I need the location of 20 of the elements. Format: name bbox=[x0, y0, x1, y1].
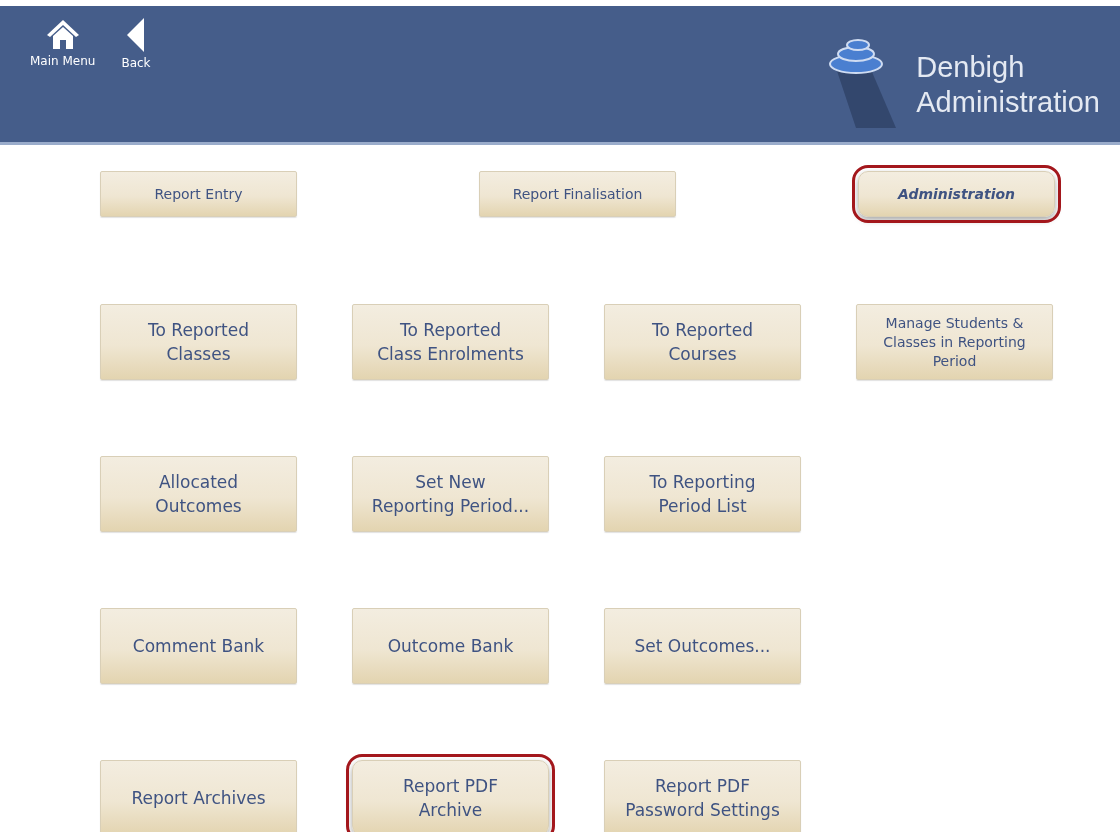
menu-button[interactable]: Comment Bank bbox=[100, 608, 297, 684]
menu-button[interactable]: To Reported Classes bbox=[100, 304, 297, 380]
menu-button[interactable]: To Reported Class Enrolments bbox=[352, 304, 549, 380]
brand-name: Denbigh bbox=[916, 50, 1026, 85]
home-button[interactable]: Main Menu bbox=[30, 18, 96, 70]
section-tab[interactable]: Report Entry bbox=[100, 171, 297, 217]
menu-button[interactable]: To Reporting Period List bbox=[604, 456, 801, 532]
back-button[interactable]: Back bbox=[121, 18, 151, 70]
section-tab[interactable]: Report Finalisation bbox=[479, 171, 676, 217]
menu-button[interactable]: To Reported Courses bbox=[604, 304, 801, 380]
home-icon bbox=[45, 18, 80, 50]
menu-button[interactable]: Allocated Outcomes bbox=[100, 456, 297, 532]
menu-button[interactable]: Set New Reporting Period... bbox=[352, 456, 549, 532]
menu-button[interactable]: Manage Students & Classes in Reporting Period bbox=[856, 304, 1053, 380]
menu-button[interactable]: Report Archives bbox=[100, 760, 297, 832]
menu-button[interactable]: Outcome Bank bbox=[352, 608, 549, 684]
menu-button[interactable]: Report PDF Password Settings bbox=[604, 760, 801, 832]
brand-name: Administration bbox=[916, 85, 1100, 120]
menu-button[interactable]: Set Outcomes... bbox=[604, 608, 801, 684]
back-icon bbox=[126, 18, 146, 52]
